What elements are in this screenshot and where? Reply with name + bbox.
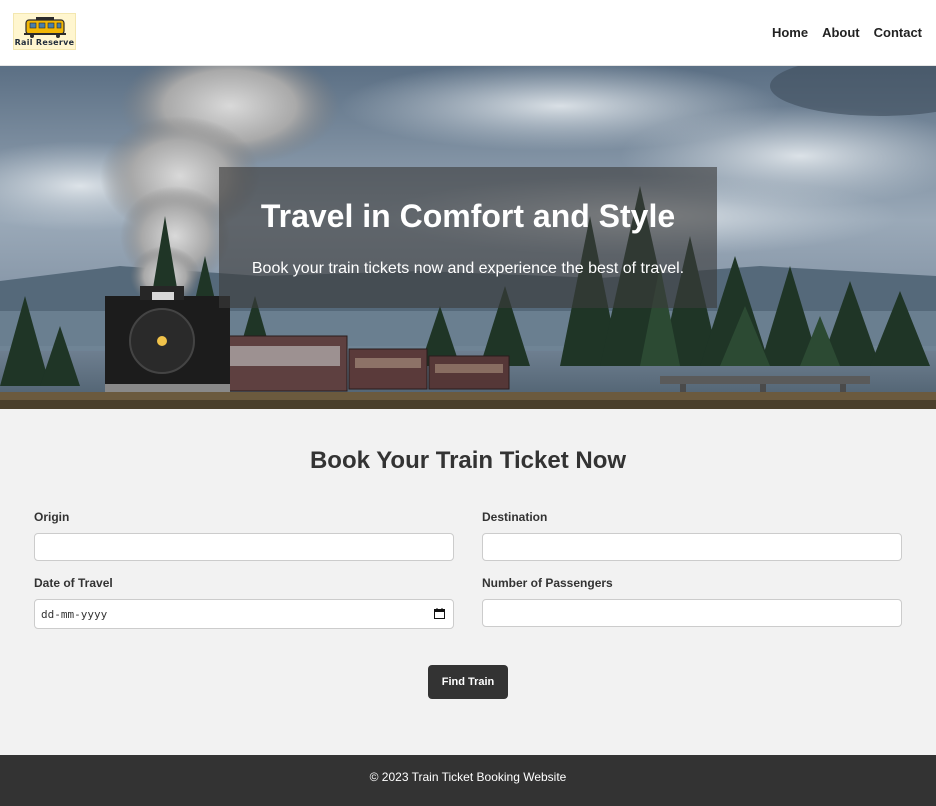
nav-home[interactable]: Home: [772, 25, 808, 40]
date-placeholder: dd-mm-yyyy: [41, 608, 108, 621]
hero-banner: Travel in Comfort and Style Book your tr…: [0, 66, 936, 409]
date-label: Date of Travel: [34, 576, 113, 590]
origin-input[interactable]: [34, 533, 454, 561]
hero-title: Travel in Comfort and Style: [260, 198, 676, 234]
origin-label: Origin: [34, 510, 70, 524]
hero-overlay: Travel in Comfort and Style Book your tr…: [219, 167, 717, 308]
site-footer: © 2023 Train Ticket Booking Website: [0, 755, 936, 806]
passengers-label: Number of Passengers: [482, 576, 613, 590]
calendar-icon[interactable]: [434, 608, 445, 619]
date-input[interactable]: dd-mm-yyyy: [34, 599, 454, 629]
logo-text: Rail Reserve: [14, 38, 75, 47]
passengers-input[interactable]: [482, 599, 902, 627]
footer-copyright: © 2023 Train Ticket Booking Website: [369, 770, 567, 784]
hero-subtitle: Book your train tickets now and experien…: [251, 260, 685, 277]
find-train-button[interactable]: Find Train: [428, 665, 508, 699]
destination-label: Destination: [482, 510, 548, 524]
site-header: Rail Reserve Home About Contact: [0, 0, 936, 66]
main-nav: Home About Contact: [772, 25, 922, 40]
booking-title: Book Your Train Ticket Now: [309, 447, 627, 474]
destination-input[interactable]: [482, 533, 902, 561]
nav-about[interactable]: About: [822, 25, 860, 40]
logo[interactable]: Rail Reserve: [13, 13, 76, 50]
nav-contact[interactable]: Contact: [874, 25, 922, 40]
